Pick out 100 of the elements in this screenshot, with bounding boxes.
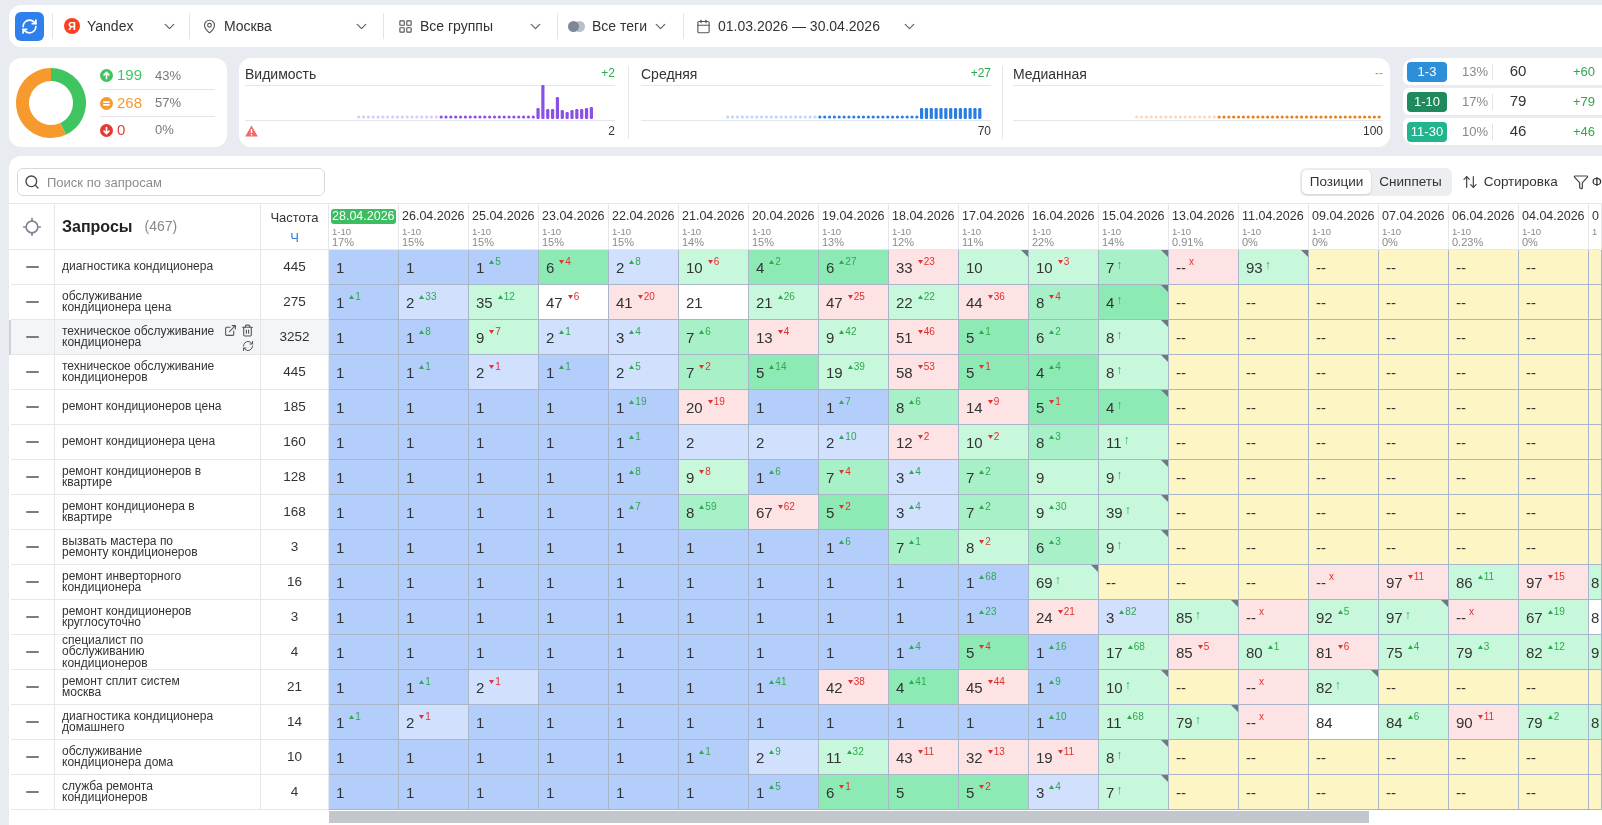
range-change: +60 — [1571, 62, 1596, 81]
column-share: 14% — [1101, 237, 1125, 248]
triangle-up-icon — [1547, 715, 1553, 719]
triangle-up-icon — [979, 470, 985, 474]
position-value: -- — [1386, 364, 1396, 380]
dash-icon[interactable] — [26, 511, 39, 513]
triangle-up-icon — [1547, 645, 1553, 649]
position-change: 9 — [1055, 677, 1061, 687]
column-date[interactable]: 07.04.2026 — [1381, 209, 1446, 224]
column-share: 15% — [541, 237, 565, 248]
column-date[interactable]: 11.04.2026 — [1241, 209, 1305, 224]
dash-icon[interactable] — [26, 581, 39, 583]
triangle-up-icon — [769, 260, 775, 264]
dash-icon[interactable] — [26, 301, 39, 303]
position-value: 1 — [756, 714, 765, 730]
position-change: 1 — [425, 362, 431, 372]
column-date[interactable]: 22.04.2026 — [611, 209, 676, 224]
dash-icon[interactable] — [26, 686, 39, 688]
dash-icon[interactable] — [26, 721, 39, 723]
refresh-button[interactable] — [15, 11, 44, 41]
column-date[interactable]: 19.04.2026 — [821, 209, 886, 224]
sort-button[interactable]: Сортировка — [1461, 171, 1558, 193]
filter-button[interactable]: Ф — [1572, 171, 1602, 193]
triangle-up-icon — [1049, 680, 1055, 684]
position-value: 9 — [1591, 644, 1600, 660]
date-range-dropdown[interactable]: 01.03.2026 — 30.04.2026 — [684, 5, 934, 47]
dash-icon[interactable] — [26, 756, 39, 758]
column-date[interactable]: 23.04.2026 — [541, 209, 606, 224]
position-value: 1 — [756, 784, 765, 800]
tags-dropdown[interactable]: Все теги — [558, 5, 683, 47]
region-dropdown[interactable]: Москва — [190, 5, 383, 47]
query-text: обслуживание кондиционера цена — [62, 290, 173, 314]
position-value: 1 — [826, 644, 835, 660]
dash-icon[interactable] — [26, 791, 39, 793]
column-date[interactable]: 09.04.2026 — [1311, 209, 1376, 224]
column-date[interactable]: 15.04.2026 — [1101, 209, 1166, 224]
trash-icon[interactable] — [241, 324, 254, 337]
crosshair-icon[interactable] — [21, 216, 42, 237]
position-change: 2 — [993, 432, 1000, 442]
column-date[interactable]: 21.04.2026 — [681, 209, 746, 224]
column-date[interactable]: 25.04.2026 — [471, 209, 536, 224]
position-change: 1 — [635, 432, 641, 442]
position-value: -- — [1316, 294, 1326, 310]
position-change: 4 — [1413, 642, 1420, 652]
triangle-down-icon — [1049, 400, 1055, 404]
position-change: 1 — [495, 362, 501, 372]
triangle-up-icon — [419, 365, 425, 369]
triangle-up-icon — [1477, 575, 1483, 579]
position-change: 23 — [985, 607, 997, 617]
triangle-up-icon — [917, 295, 923, 299]
dash-icon[interactable] — [26, 651, 39, 653]
refresh-icon[interactable] — [242, 340, 254, 352]
dash-icon[interactable] — [26, 406, 39, 408]
position-value: 80 — [1246, 644, 1263, 660]
search-engine-dropdown[interactable]: Я Yandex — [53, 5, 189, 47]
position-value: 17 — [1106, 644, 1123, 660]
dash-icon[interactable] — [26, 371, 39, 373]
frequency-type-link[interactable]: Ч — [290, 230, 299, 245]
position-change: 22 — [923, 292, 935, 302]
view-tab[interactable]: Сниппеты — [1371, 170, 1450, 194]
highlighted-row[interactable]: техническое обслуживание кондиционера 3252 — [9, 320, 329, 355]
column-date[interactable]: 18.04.2026 — [891, 209, 956, 224]
column-date[interactable]: 16.04.2026 — [1031, 209, 1096, 224]
column-date[interactable]: 04.04.2026 — [1521, 209, 1586, 224]
groups-dropdown[interactable]: Все группы — [384, 5, 557, 47]
position-value: 8 — [1591, 714, 1600, 730]
position-change: 2 — [985, 502, 991, 512]
dash-icon[interactable] — [26, 546, 39, 548]
column-share: 13% — [821, 237, 845, 248]
position-change: 1 — [565, 327, 571, 337]
position-value: 8 — [966, 539, 975, 555]
position-value: 1 — [616, 399, 625, 415]
position-value: -- — [1316, 749, 1326, 765]
dash-icon[interactable] — [26, 266, 39, 268]
position-value: -- — [1246, 434, 1256, 450]
column-date[interactable]: 17.04.2026 — [961, 209, 1026, 224]
position-value: 6 — [826, 259, 835, 275]
column-share: 11% — [961, 237, 984, 248]
column-date[interactable]: 26.04.2026 — [401, 209, 466, 224]
column-date[interactable]: 0 — [1591, 209, 1600, 224]
search-field[interactable]: Поиск по запросам — [17, 168, 325, 196]
dash-icon[interactable] — [26, 616, 39, 618]
position-change: 1 — [915, 537, 921, 547]
position-change: 2 — [775, 257, 781, 267]
position-value: 2 — [756, 749, 765, 765]
horizontal-scrollbar[interactable] — [329, 811, 1369, 823]
external-link-icon[interactable] — [224, 324, 237, 337]
view-tab[interactable]: Позиции — [1301, 170, 1372, 194]
column-date[interactable]: 06.04.2026 — [1451, 209, 1516, 224]
position-value: -- — [1526, 539, 1536, 555]
position-value: 1 — [476, 714, 485, 730]
position-value: -- — [1526, 259, 1536, 275]
position-value: -- — [1316, 434, 1326, 450]
column-date[interactable]: 13.04.2026 — [1171, 209, 1236, 224]
dash-icon[interactable] — [26, 336, 39, 338]
dash-icon[interactable] — [26, 476, 39, 478]
triangle-up-icon — [839, 260, 845, 264]
column-date[interactable]: 20.04.2026 — [751, 209, 816, 224]
position-value: 1 — [546, 749, 555, 765]
dash-icon[interactable] — [26, 441, 39, 443]
